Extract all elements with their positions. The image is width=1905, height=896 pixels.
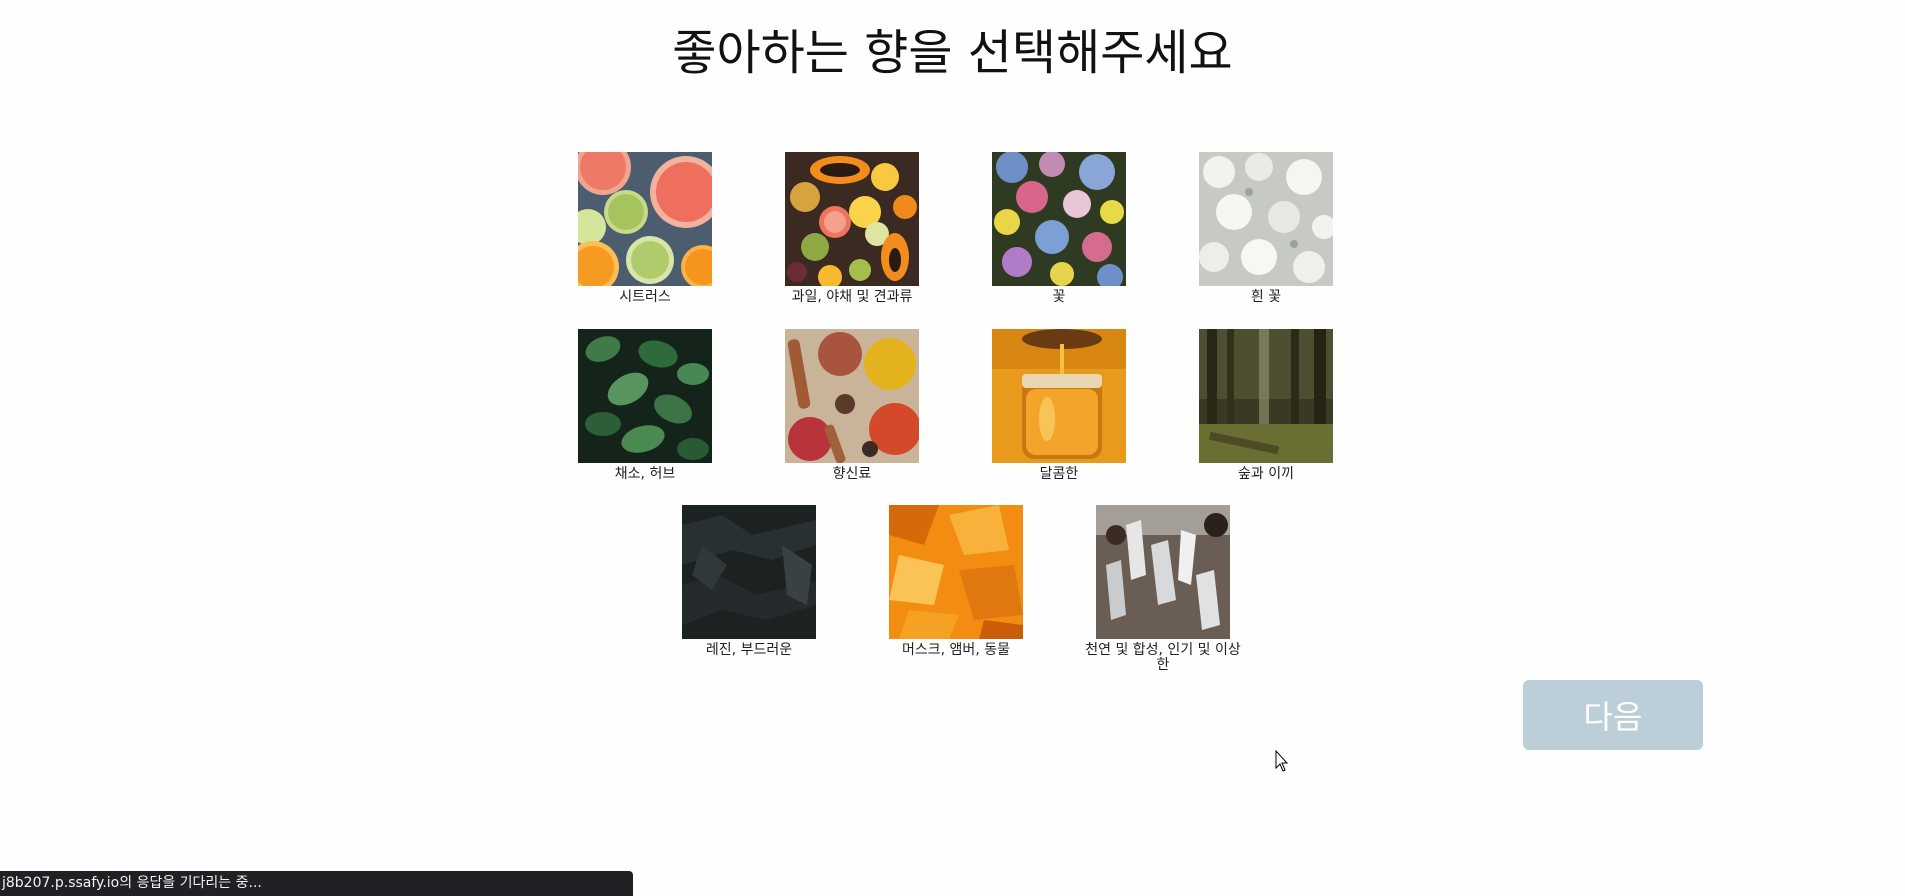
scent-label: 과일, 야채 및 견과류 (791, 289, 913, 305)
scent-label: 채소, 허브 (614, 466, 676, 482)
scent-option-musk-amber[interactable]: 머스크, 앰버, 동물 (866, 505, 1046, 658)
scent-option-natural-synthetic[interactable]: 천연 및 합성, 인기 및 이상한 (1073, 505, 1253, 673)
scent-label: 시트러스 (619, 289, 671, 305)
mouse-cursor-icon (1275, 750, 1289, 772)
scent-label: 꽃 (1052, 289, 1066, 305)
amber-crystal-image (889, 505, 1023, 639)
white-flowers-image (1199, 152, 1333, 286)
honey-jar-image (992, 329, 1126, 463)
scent-option-spices[interactable]: 향신료 (762, 329, 942, 482)
scent-option-citrus[interactable]: 시트러스 (555, 152, 735, 305)
scent-label: 레진, 부드러운 (705, 642, 793, 658)
scent-label: 향신료 (832, 466, 872, 482)
scent-option-flowers[interactable]: 꽃 (969, 152, 1149, 305)
scent-label: 머스크, 앰버, 동물 (902, 642, 1010, 658)
forest-moss-image (1199, 329, 1333, 463)
fruits-image (785, 152, 919, 286)
scent-option-fruits[interactable]: 과일, 야채 및 견과류 (762, 152, 942, 305)
scent-option-white-flowers[interactable]: 흰 꽃 (1176, 152, 1356, 305)
page-title: 좋아하는 향을 선택해주세요 (672, 25, 1233, 81)
next-button[interactable]: 다음 (1523, 680, 1703, 750)
scent-label: 숲과 이끼 (1238, 466, 1294, 482)
scent-label: 천연 및 합성, 인기 및 이상한 (1085, 642, 1241, 673)
mint-herb-image (578, 329, 712, 463)
status-bar: j8b207.p.ssafy.io의 응답을 기다리는 중... (0, 871, 633, 896)
citrus-slices-image (578, 152, 712, 286)
scent-label: 달콤한 (1039, 466, 1079, 482)
spices-image (785, 329, 919, 463)
scent-option-sweet[interactable]: 달콤한 (969, 329, 1149, 482)
scent-label: 흰 꽃 (1250, 289, 1282, 305)
dark-resin-image (682, 505, 816, 639)
scent-option-forest-moss[interactable]: 숲과 이끼 (1176, 329, 1356, 482)
quartz-crystal-image (1096, 505, 1230, 639)
scent-option-herbs[interactable]: 채소, 허브 (555, 329, 735, 482)
scent-option-resin[interactable]: 레진, 부드러운 (659, 505, 839, 658)
flowers-image (992, 152, 1126, 286)
